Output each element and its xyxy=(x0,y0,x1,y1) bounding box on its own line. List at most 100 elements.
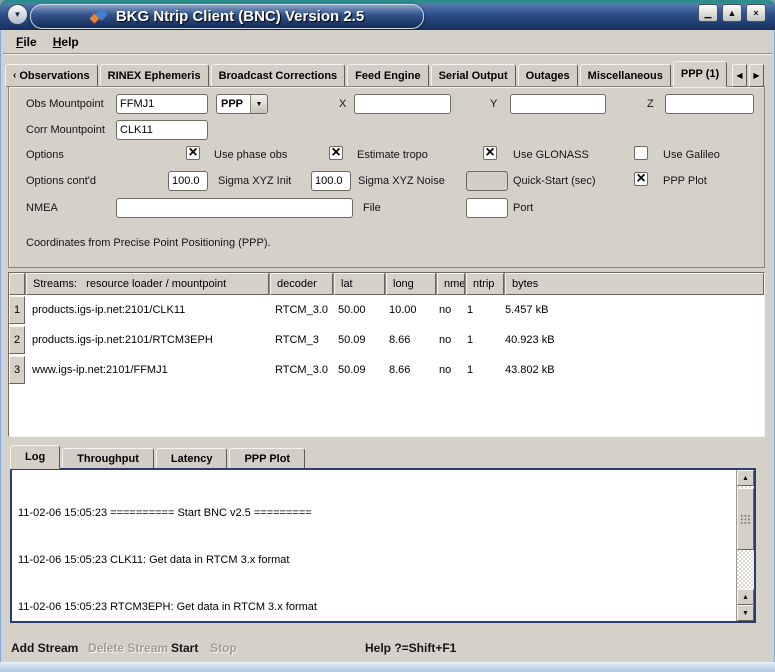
header-decoder[interactable]: decoder xyxy=(270,273,333,295)
scroll-up-button-bottom[interactable]: ▲ xyxy=(737,589,754,605)
tab-label: RINEX Ephemeris xyxy=(108,70,201,82)
cell-mountpoint: products.igs-ip.net:2101/RTCM3EPH xyxy=(25,325,268,355)
use-phase-obs-checkbox[interactable]: × xyxy=(186,146,200,160)
ppp-mode-select[interactable]: PPP ▼ xyxy=(216,94,268,114)
tab-label: Observations xyxy=(19,70,89,82)
main-tab-bar: ‹ Observations RINEX Ephemeris Broadcast… xyxy=(5,61,729,87)
window-border-bottom xyxy=(0,662,775,672)
sigma-xyz-noise-label: Sigma XYZ Noise xyxy=(358,175,445,187)
delete-stream-button[interactable]: Delete Stream xyxy=(88,641,168,655)
log-text: 11-02-06 15:05:23 ========== Start BNC v… xyxy=(18,475,732,619)
corr-mountpoint-field[interactable] xyxy=(116,120,208,140)
add-stream-button[interactable]: Add Stream xyxy=(11,641,78,655)
log-view[interactable]: 11-02-06 15:05:23 ========== Start BNC v… xyxy=(10,468,756,623)
cell-long: 8.66 xyxy=(382,325,432,355)
table-row[interactable]: 2 products.igs-ip.net:2101/RTCM3EPH RTCM… xyxy=(9,325,764,355)
use-phase-obs-label: Use phase obs xyxy=(214,149,287,161)
minimize-button[interactable]: ▁ xyxy=(698,4,718,22)
window-menu-button[interactable]: ▼ xyxy=(7,4,28,25)
tab-ppp[interactable]: PPP (1) xyxy=(673,61,727,87)
header-ntrip[interactable]: ntrip xyxy=(466,273,504,295)
tab-rinex-ephemeris[interactable]: RINEX Ephemeris xyxy=(100,64,209,87)
title-pill: BKG Ntrip Client (BNC) Version 2.5 xyxy=(30,4,424,29)
row-number-cell[interactable]: 2 xyxy=(9,326,25,354)
nmea-label: NMEA xyxy=(26,202,58,214)
minimize-icon: ▁ xyxy=(705,9,712,18)
cell-mountpoint: www.igs-ip.net:2101/FFMJ1 xyxy=(25,355,268,385)
file-label: File xyxy=(363,202,381,214)
tab-scroll-left-button[interactable]: ◀ xyxy=(732,64,747,87)
tab-label: Broadcast Corrections xyxy=(219,70,338,82)
scroll-down-button[interactable]: ▼ xyxy=(737,605,754,621)
menu-file[interactable]: File xyxy=(16,35,37,49)
header-nmea[interactable]: nmea xyxy=(437,273,465,295)
chevron-down-icon: ▼ xyxy=(14,10,22,19)
quick-start-field xyxy=(466,171,508,191)
cell-lat: 50.09 xyxy=(331,355,382,385)
nmea-file-field[interactable] xyxy=(116,198,353,218)
cell-lat: 50.09 xyxy=(331,325,382,355)
tab-feed-engine[interactable]: Feed Engine xyxy=(347,64,428,87)
cell-long: 8.66 xyxy=(382,355,432,385)
use-glonass-label: Use GLONASS xyxy=(513,149,589,161)
tab-ppp-plot[interactable]: PPP Plot xyxy=(229,448,305,469)
scroll-up-button[interactable]: ▲ xyxy=(737,470,754,486)
window-controls: ▁ ▲ × xyxy=(698,4,766,22)
shade-button[interactable]: ▲ xyxy=(722,4,742,22)
cell-nmea: no xyxy=(432,325,460,355)
row-number-cell[interactable]: 3 xyxy=(9,356,25,384)
stop-button[interactable]: Stop xyxy=(210,641,237,655)
header-mountpoint[interactable]: Streams: resource loader / mountpoint xyxy=(26,273,269,295)
z-field[interactable] xyxy=(665,94,754,114)
tab-miscellaneous[interactable]: Miscellaneous xyxy=(580,64,671,87)
log-scrollbar[interactable]: ▲ ▲ ▼ xyxy=(736,470,754,621)
tab-log[interactable]: Log xyxy=(10,445,60,469)
combo-arrow-button[interactable]: ▼ xyxy=(250,95,267,113)
x-field[interactable] xyxy=(354,94,451,114)
header-long[interactable]: long xyxy=(386,273,436,295)
ppp-plot-checkbox[interactable]: × xyxy=(634,172,648,186)
panel-note: Coordinates from Precise Point Positioni… xyxy=(26,237,271,249)
tab-scroll-right-button[interactable]: ▶ xyxy=(749,64,764,87)
tab-scroll-buttons: ◀ ▶ xyxy=(732,64,764,87)
table-row[interactable]: 3 www.igs-ip.net:2101/FFMJ1 RTCM_3.0 50.… xyxy=(9,355,764,385)
tab-outages[interactable]: Outages xyxy=(518,64,578,87)
cell-bytes: 43.802 kB xyxy=(498,355,764,385)
streams-table: Streams: resource loader / mountpoint de… xyxy=(8,272,765,437)
row-number-cell[interactable]: 1 xyxy=(9,296,25,324)
header-corner-cell[interactable] xyxy=(9,273,25,295)
header-bytes[interactable]: bytes xyxy=(505,273,764,295)
cell-mountpoint: products.igs-ip.net:2101/CLK11 xyxy=(25,295,268,325)
nmea-port-field[interactable] xyxy=(466,198,508,218)
estimate-tropo-checkbox[interactable]: × xyxy=(329,146,343,160)
port-label: Port xyxy=(513,202,533,214)
triangle-up-icon: ▲ xyxy=(742,594,749,601)
tab-serial-output[interactable]: Serial Output xyxy=(431,64,516,87)
use-glonass-checkbox[interactable]: × xyxy=(483,146,497,160)
tab-overflow-left-icon: ‹ xyxy=(13,70,16,81)
close-button[interactable]: × xyxy=(746,4,766,22)
tab-label: Latency xyxy=(171,453,213,465)
tab-observations[interactable]: ‹ Observations xyxy=(5,64,98,87)
sigma-xyz-init-label: Sigma XYZ Init xyxy=(218,175,291,187)
quick-start-label: Quick-Start (sec) xyxy=(513,175,596,187)
tab-latency[interactable]: Latency xyxy=(156,448,228,469)
menu-help[interactable]: Help xyxy=(53,35,79,49)
scrollbar-thumb[interactable] xyxy=(737,488,754,550)
y-field[interactable] xyxy=(510,94,606,114)
triangle-left-icon: ◀ xyxy=(736,71,742,80)
scrollbar-track[interactable] xyxy=(737,550,754,589)
sigma-xyz-init-field[interactable] xyxy=(168,171,208,191)
use-galileo-checkbox[interactable] xyxy=(634,146,648,160)
header-lat[interactable]: lat xyxy=(334,273,385,295)
options-label: Options xyxy=(26,149,64,161)
tab-throughput[interactable]: Throughput xyxy=(62,448,154,469)
obs-mountpoint-field[interactable] xyxy=(116,94,208,114)
start-button[interactable]: Start xyxy=(171,641,198,655)
table-row[interactable]: 1 products.igs-ip.net:2101/CLK11 RTCM_3.… xyxy=(9,295,764,325)
tab-label: Outages xyxy=(526,70,570,82)
triangle-right-icon: ▶ xyxy=(753,71,759,80)
tab-broadcast-corrections[interactable]: Broadcast Corrections xyxy=(211,64,346,87)
sigma-xyz-noise-field[interactable] xyxy=(311,171,351,191)
cell-ntrip: 1 xyxy=(460,325,498,355)
